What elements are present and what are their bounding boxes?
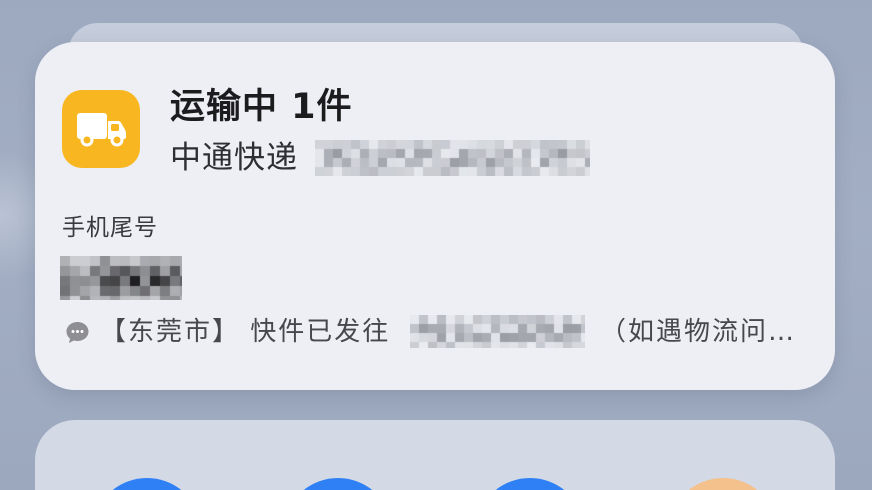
app-icon <box>62 90 140 168</box>
notification-title: 运输中 1件 <box>170 87 353 127</box>
status-message-prefix: 【东莞市】 快件已发往 <box>100 317 391 347</box>
chat-bubble-icon <box>65 320 90 345</box>
delivery-notification-card[interactable]: 运输中 1件 中通快递 手机尾号 【东莞市】 快件已发往 （如遇物流问… <box>35 42 835 390</box>
phone-tail-label: 手机尾号 <box>62 215 158 241</box>
redacted-phone-tail <box>60 256 182 300</box>
widget-app-icon[interactable] <box>112 478 182 490</box>
redacted-tracking-number <box>315 140 590 176</box>
widget-app-icon[interactable] <box>688 478 758 490</box>
widget-icon-row <box>112 478 758 490</box>
widget-app-icon[interactable] <box>303 478 373 490</box>
truck-icon <box>77 113 126 147</box>
redacted-destination <box>410 315 585 348</box>
widget-app-icon[interactable] <box>495 478 565 490</box>
status-message-suffix: （如遇物流问… <box>600 317 797 347</box>
app-shortcut-widget <box>35 420 835 490</box>
courier-name: 中通快递 <box>170 140 298 176</box>
